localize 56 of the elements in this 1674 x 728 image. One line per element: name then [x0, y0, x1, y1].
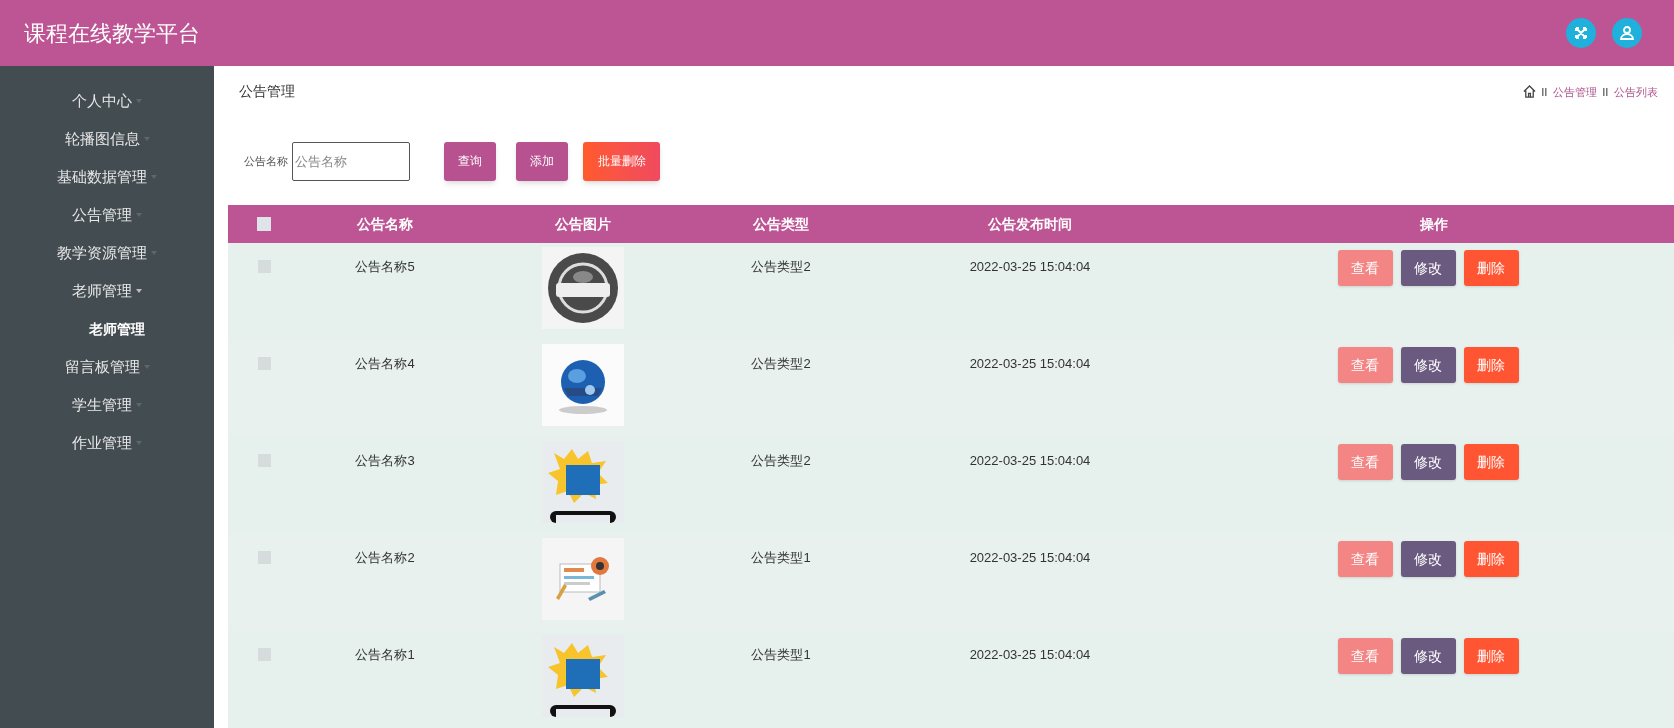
- column-header: 公告名称: [357, 214, 413, 234]
- page-title: 公告管理: [239, 82, 295, 102]
- fullscreen-icon[interactable]: [1566, 18, 1596, 48]
- action-button[interactable]: 修改: [1400, 638, 1456, 674]
- table-cell-text: 公告类型2: [751, 452, 811, 470]
- toolbar-button[interactable]: 查询: [444, 141, 496, 181]
- toolbar-button[interactable]: 批量删除: [583, 141, 660, 181]
- select-all-checkbox[interactable]: [257, 217, 271, 231]
- sidebar-item[interactable]: 老师管理: [0, 272, 214, 310]
- separator-icon: [1603, 87, 1608, 96]
- sidebar-item[interactable]: 留言板管理: [0, 348, 214, 386]
- action-button[interactable]: 修改: [1400, 347, 1456, 383]
- caret-icon: [136, 289, 142, 293]
- table-cell-text: 公告名称2: [355, 549, 415, 567]
- action-button[interactable]: 删除: [1463, 541, 1519, 577]
- table-cell-text: 公告名称5: [355, 258, 415, 276]
- app-title: 课程在线教学平台: [24, 19, 200, 48]
- table-cell-text: 公告类型2: [751, 355, 811, 373]
- toolbar-button[interactable]: 添加: [516, 141, 568, 181]
- search-label: 公告名称: [244, 154, 288, 170]
- table-cell-text: 2022-03-25 15:04:04: [969, 549, 1091, 567]
- sidebar-item[interactable]: 公告管理: [0, 196, 214, 234]
- table-cell-text: 公告名称3: [355, 452, 415, 470]
- sidebar-item[interactable]: 作业管理: [0, 424, 214, 462]
- action-button[interactable]: 修改: [1400, 250, 1456, 286]
- sidebar-item[interactable]: 学生管理: [0, 386, 214, 424]
- table-cell-text: 公告名称1: [355, 646, 415, 664]
- sidebar-item[interactable]: 基础数据管理: [0, 158, 214, 196]
- search-field[interactable]: 公告名称: [292, 141, 410, 181]
- column-header: 公告类型: [753, 214, 809, 234]
- separator-icon: [1542, 87, 1547, 96]
- action-button[interactable]: 修改: [1400, 444, 1456, 480]
- table-cell-text: 公告类型2: [751, 258, 811, 276]
- table-cell-text: 2022-03-25 15:04:04: [969, 452, 1091, 470]
- column-header: 公告图片: [555, 214, 611, 234]
- action-button[interactable]: 修改: [1400, 541, 1456, 577]
- table-cell-text: 公告类型1: [751, 646, 811, 664]
- table-cell-text: 公告名称4: [355, 355, 415, 373]
- table-cell-text: 2022-03-25 15:04:04: [969, 355, 1091, 373]
- action-button[interactable]: 删除: [1463, 250, 1519, 286]
- table-cell-text: 公告类型1: [751, 549, 811, 567]
- home-icon[interactable]: [1523, 85, 1536, 99]
- sidebar-item[interactable]: 教学资源管理: [0, 234, 214, 272]
- column-header: 公告发布时间: [988, 214, 1072, 234]
- action-button[interactable]: 删除: [1463, 347, 1519, 383]
- action-button[interactable]: 删除: [1463, 444, 1519, 480]
- table-cell-text: 2022-03-25 15:04:04: [969, 258, 1091, 276]
- column-header: 操作: [1420, 214, 1448, 234]
- user-icon[interactable]: [1612, 18, 1642, 48]
- breadcrumb-link[interactable]: 公告管理: [1553, 83, 1597, 101]
- action-button[interactable]: 删除: [1463, 638, 1519, 674]
- table-cell-text: 2022-03-25 15:04:04: [969, 646, 1091, 664]
- sidebar-item[interactable]: 个人中心: [0, 82, 214, 120]
- breadcrumb-link[interactable]: 公告列表: [1614, 83, 1658, 101]
- sidebar-item[interactable]: 轮播图信息: [0, 120, 214, 158]
- submenu-item[interactable]: 老师管理: [0, 310, 214, 348]
